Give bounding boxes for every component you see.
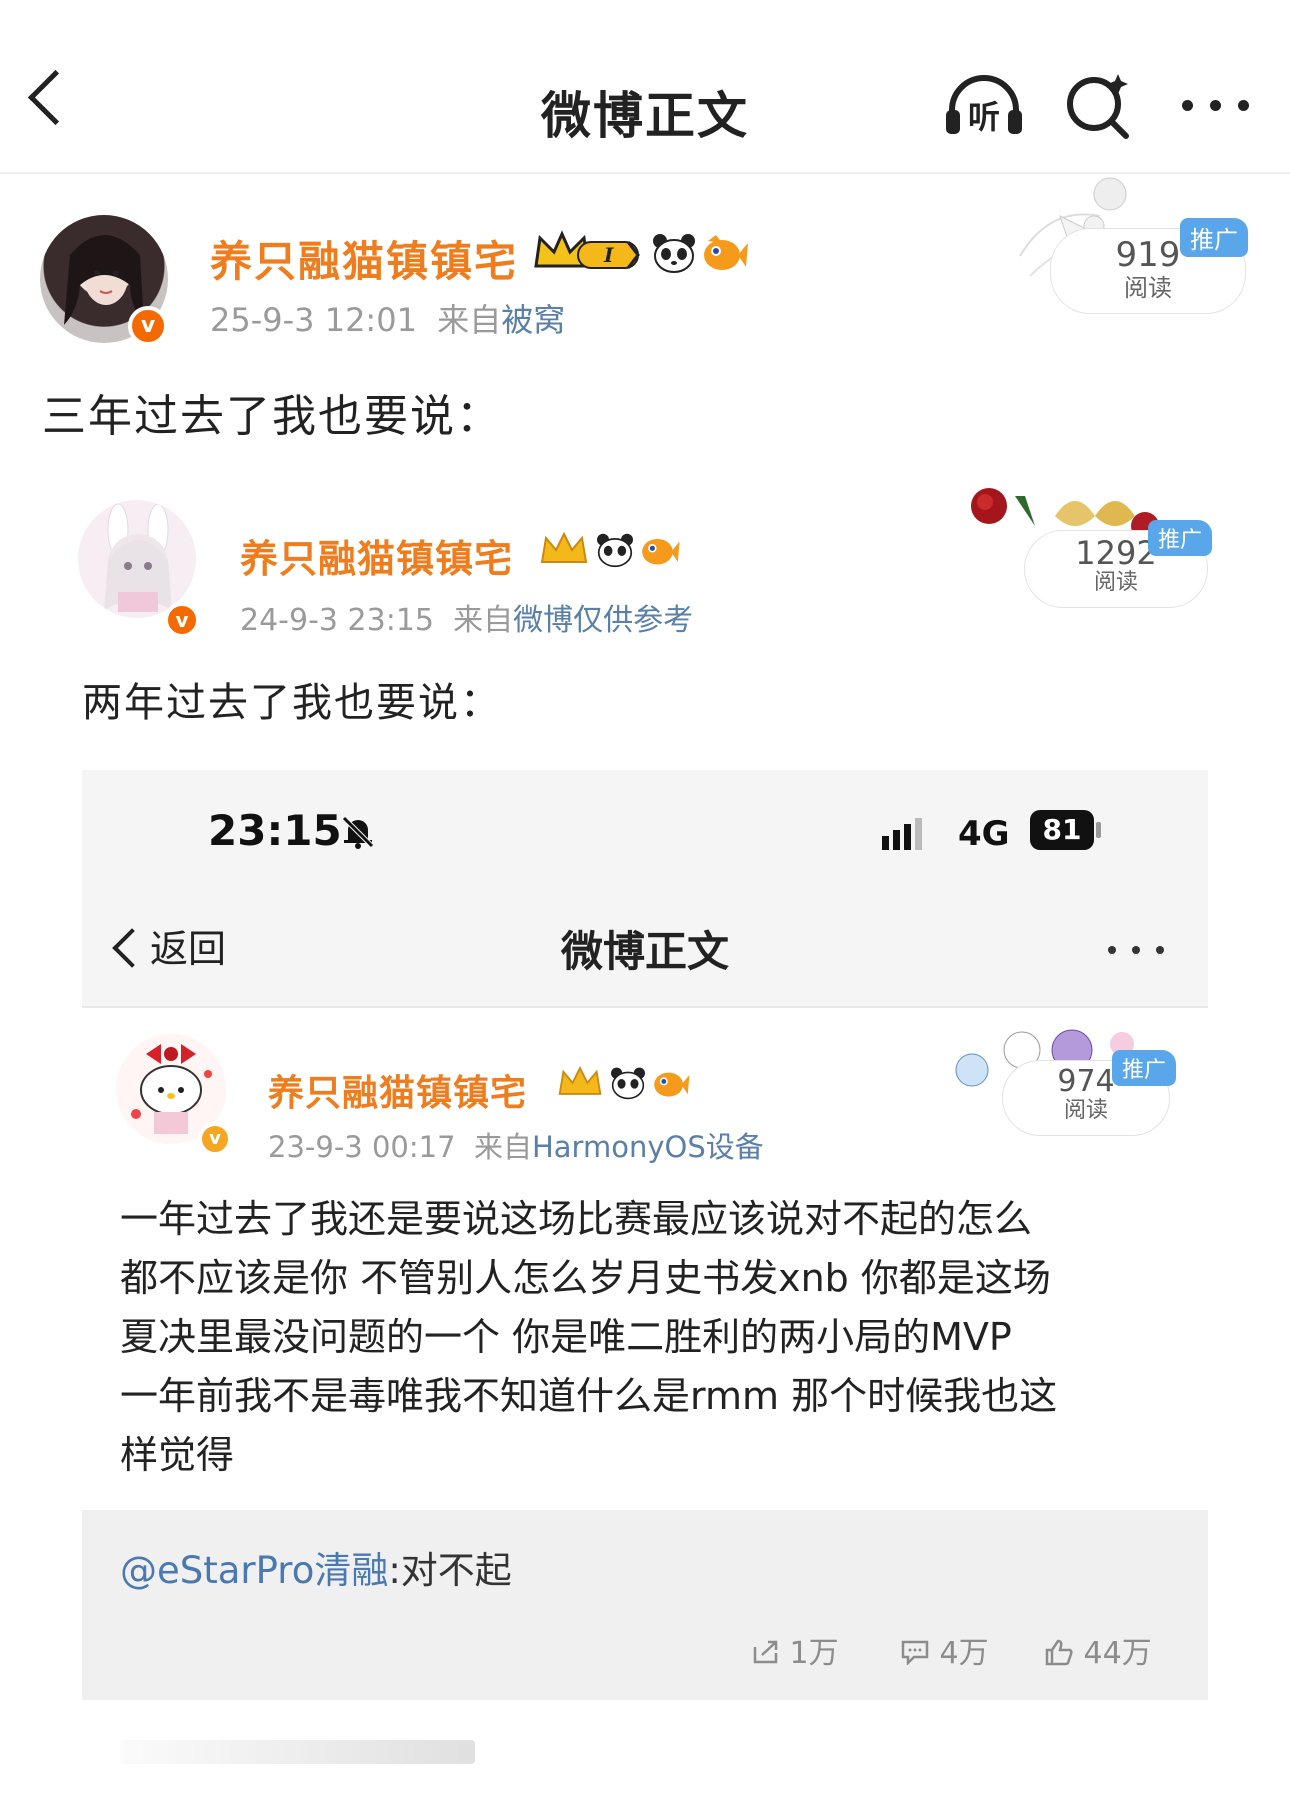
text-line: 夏决里最没问题的一个 你是唯二胜利的两小局的MVP	[120, 1315, 1012, 1359]
share-icon	[752, 1638, 780, 1664]
quoted-username[interactable]: 养只融猫镇镇宅	[240, 528, 513, 583]
comment-action[interactable]: 4万	[900, 1628, 989, 1672]
fish-badge-icon	[640, 533, 680, 567]
text-line: 都不应该是你 不管别人怎么岁月史书发xnb 你都是这场	[120, 1256, 1051, 1300]
post-text: 三年过去了我也要说：	[42, 391, 502, 442]
panda-badge-icon	[595, 532, 635, 568]
quoted-text: 两年过去了我也要说：	[82, 680, 502, 726]
post-source-link[interactable]: 被窝	[501, 301, 565, 339]
signal-icon	[882, 816, 928, 850]
battery-icon: 81	[1030, 810, 1094, 850]
text-line: 样觉得	[120, 1433, 235, 1477]
text-line: 一年前我不是毒唯我不知道什么是rmm 那个时候我也这	[120, 1374, 1058, 1418]
quoted-avatar[interactable]	[78, 500, 196, 618]
promo-tag: 推广	[1180, 218, 1248, 257]
repost-content: @eStarPro清融:对不起	[120, 1549, 512, 1592]
mute-bell-icon	[340, 814, 376, 850]
inner-post-text: 一年过去了我还是要说这场比赛最应该说对不起的怎么 都不应该是你 不管别人怎么岁月…	[120, 1190, 1180, 1485]
quoted-badges	[538, 528, 680, 572]
blurred-content	[120, 1740, 475, 1764]
verified-badge-icon: v	[198, 1122, 232, 1156]
vip-crown-icon: I	[532, 228, 646, 278]
battery-level: 81	[1042, 813, 1082, 846]
inner-source-link[interactable]: HarmonyOS设备	[532, 1130, 764, 1164]
fish-badge-icon	[702, 233, 749, 273]
crown-icon	[538, 528, 590, 572]
like-action[interactable]: 44万	[1044, 1628, 1152, 1672]
post-meta: 25-9-3 12:01 来自被窝	[210, 301, 566, 339]
embedded-screenshot: 23:15 4G 81 返回 微博正文 v 养只融猫镇镇宅 23-9-3 00:…	[82, 770, 1208, 1700]
inner-badges	[556, 1062, 690, 1104]
verified-badge-icon: v	[164, 602, 200, 638]
status-time: 23:15	[208, 806, 342, 855]
svg-text:听: 听	[968, 98, 1000, 136]
panda-badge-icon	[651, 232, 697, 274]
text-line: 一年过去了我还是要说这场比赛最应该说对不起的怎么	[120, 1197, 1033, 1241]
inner-promo-tag: 推广	[1112, 1050, 1177, 1086]
verified-badge-icon: v	[128, 306, 168, 346]
inner-username[interactable]: 养只融猫镇镇宅	[268, 1064, 527, 1116]
thumbs-up-icon	[1044, 1638, 1074, 1666]
network-type: 4G	[958, 814, 1010, 854]
repost-box[interactable]: @eStarPro清融:对不起 1万 4万 44万	[82, 1510, 1208, 1700]
top-navigation-bar: 微博正文 听	[0, 0, 1290, 174]
svg-text:I: I	[603, 243, 614, 267]
panda-badge-icon	[609, 1066, 647, 1100]
search-icon[interactable]	[1064, 70, 1134, 140]
user-badges: I	[532, 228, 749, 278]
quoted-promo-tag: 推广	[1148, 520, 1213, 556]
comment-icon	[900, 1638, 930, 1667]
inner-page-title: 微博正文	[560, 927, 729, 976]
crown-icon	[556, 1062, 604, 1104]
inner-meta: 23-9-3 00:17 来自HarmonyOS设备	[268, 1130, 764, 1164]
listen-icon[interactable]: 听	[944, 70, 1024, 140]
post-username[interactable]: 养只融猫镇镇宅	[210, 228, 518, 289]
quoted-meta: 24-9-3 23:15 来自微博仅供参考	[240, 603, 694, 638]
quoted-source-link[interactable]: 微博仅供参考	[513, 603, 693, 638]
battery-tip	[1096, 822, 1101, 838]
mention-link[interactable]: @eStarPro清融	[120, 1549, 388, 1592]
inner-more-icon[interactable]	[1108, 946, 1170, 956]
repost-action[interactable]: 1万	[752, 1628, 839, 1672]
more-icon[interactable]	[1178, 96, 1258, 116]
fish-badge-icon	[652, 1067, 690, 1099]
